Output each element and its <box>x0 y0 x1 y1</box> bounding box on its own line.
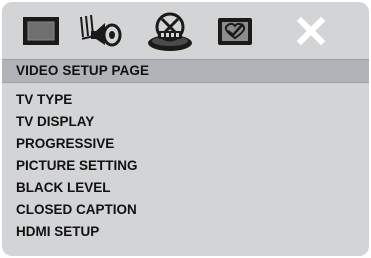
audio-setup-tab[interactable] <box>75 8 127 54</box>
general-setup-tab[interactable] <box>15 8 67 54</box>
page-title: VIDEO SETUP PAGE <box>16 63 150 78</box>
close-icon <box>296 16 326 46</box>
setup-toolbar <box>2 2 369 58</box>
menu-item-list: TV TYPE TV DISPLAY PROGRESSIVE PICTURE S… <box>16 89 138 243</box>
video-setup-icon <box>148 12 192 51</box>
exit-tab[interactable] <box>285 8 337 54</box>
video-setup-tab[interactable] <box>144 8 196 54</box>
menu-item-tv-type[interactable]: TV TYPE <box>16 89 138 111</box>
menu-item-closed-caption[interactable]: CLOSED CAPTION <box>16 199 138 221</box>
menu-item-tv-display[interactable]: TV DISPLAY <box>16 111 138 133</box>
menu-item-black-level[interactable]: BLACK LEVEL <box>16 177 138 199</box>
page-title-bar: VIDEO SETUP PAGE <box>2 59 369 83</box>
preference-setup-icon <box>218 18 252 45</box>
audio-setup-icon <box>80 14 122 47</box>
video-setup-menu: VIDEO SETUP PAGE TV TYPE TV DISPLAY PROG… <box>2 2 369 256</box>
menu-item-progressive[interactable]: PROGRESSIVE <box>16 133 138 155</box>
menu-item-hdmi-setup[interactable]: HDMI SETUP <box>16 221 138 243</box>
preference-setup-tab[interactable] <box>209 8 261 54</box>
menu-item-picture-setting[interactable]: PICTURE SETTING <box>16 155 138 177</box>
general-setup-icon <box>23 17 59 45</box>
